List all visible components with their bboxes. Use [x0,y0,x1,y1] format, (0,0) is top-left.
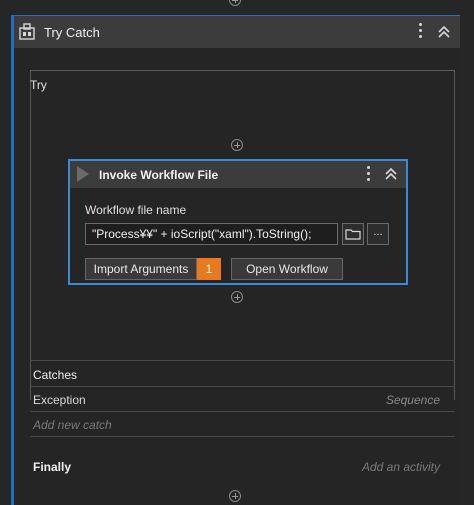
folder-icon [345,229,361,240]
chevron-double-up-icon[interactable] [384,167,398,181]
catches-label: Catches [33,368,78,382]
add-activity-top-icon[interactable] [229,0,241,6]
divider [30,411,455,412]
try-catch-activity[interactable]: Try Catch Try Invoke Workflow File Workf… [11,15,460,505]
exception-handler[interactable]: Sequence [386,393,440,407]
import-arguments-button[interactable]: Import Arguments [85,258,197,280]
divider [30,436,455,437]
kebab-menu-icon[interactable] [419,23,423,41]
add-activity-icon[interactable] [231,291,243,303]
more-options-button[interactable]: ... [367,223,389,245]
try-catch-icon [19,23,35,40]
invoke-workflow-header[interactable]: Invoke Workflow File [70,161,406,188]
open-workflow-button[interactable]: Open Workflow [231,258,343,280]
workflow-file-label: Workflow file name [85,203,187,217]
invoke-workflow-activity[interactable]: Invoke Workflow File Workflow file name … [68,159,408,285]
finally-label: Finally [33,460,72,474]
add-activity-bottom-icon[interactable] [229,490,241,502]
browse-folder-button[interactable] [342,223,364,245]
chevron-double-up-icon[interactable] [437,25,451,39]
try-label: Try [30,78,47,92]
arguments-count-badge: 1 [197,258,221,280]
divider [30,386,455,387]
exception-type[interactable]: Exception [33,393,86,407]
workflow-file-input[interactable]: "Process¥¥" + ioScript("xaml").ToString(… [85,223,338,245]
add-activity-icon[interactable] [231,139,243,151]
try-catch-header[interactable]: Try Catch [14,16,460,48]
invoke-workflow-title: Invoke Workflow File [99,168,219,182]
try-catch-title: Try Catch [44,25,100,40]
kebab-menu-icon[interactable] [367,166,371,184]
divider [30,360,455,361]
add-new-catch-link[interactable]: Add new catch [33,418,112,432]
play-icon [77,166,89,182]
add-activity-link[interactable]: Add an activity [362,460,440,474]
